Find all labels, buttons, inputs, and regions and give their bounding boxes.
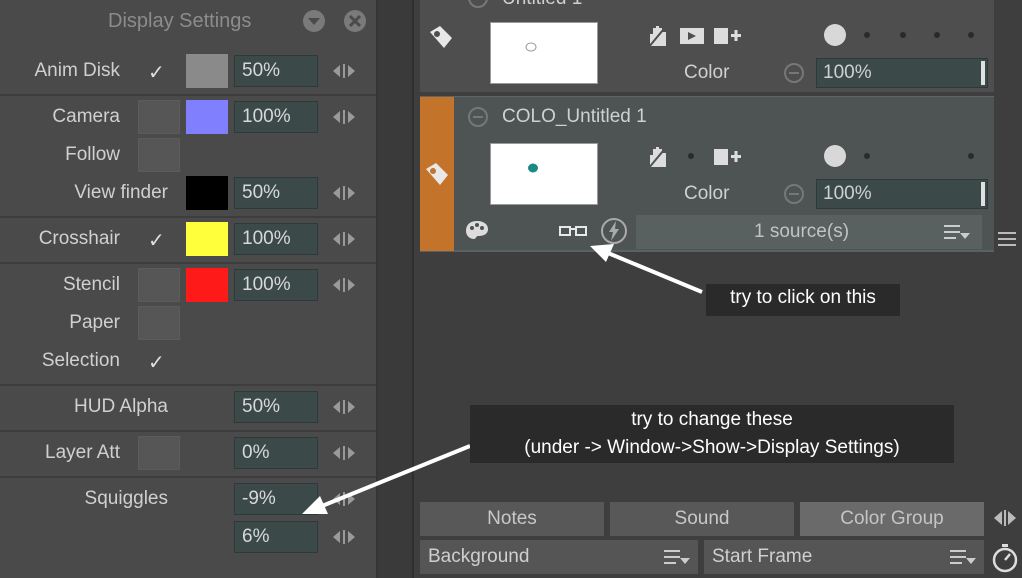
change-annotation-line2: (under -> Window->Show->Display Settings… [524, 437, 900, 458]
arrow-to-settings [321, 444, 471, 508]
change-annotation-line1: try to change these [631, 409, 793, 430]
click-annotation-text: try to click on this [730, 287, 876, 308]
click-annotation: try to click on this [706, 284, 900, 316]
arrow-to-glasses [607, 251, 703, 294]
change-annotation: try to change these (under -> Window->Sh… [470, 405, 954, 463]
